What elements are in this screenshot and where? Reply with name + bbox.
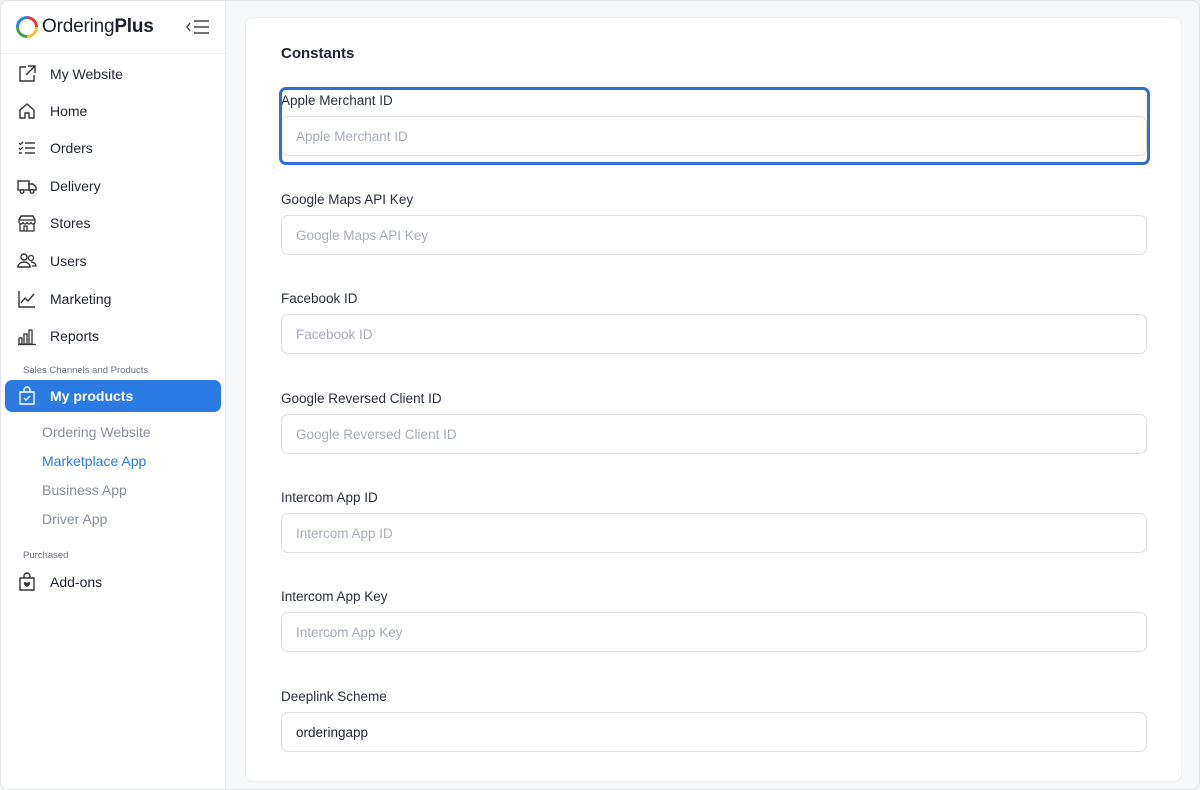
- field-label: Google Reversed Client ID: [281, 391, 442, 406]
- sidebar-item-reports[interactable]: Reports: [5, 320, 221, 352]
- page-title: Constants: [281, 45, 355, 62]
- graph-up-icon: [16, 288, 38, 310]
- sidebar-item-label: My Website: [50, 66, 123, 82]
- sidebar-item-label: Users: [50, 253, 87, 269]
- field-google-maps-api-key: Google Maps API Key: [281, 191, 1147, 255]
- app-window: OrderingPlus My Website Home Orders Deli…: [0, 0, 1200, 790]
- sidebar-item-stores[interactable]: Stores: [5, 207, 221, 239]
- sidebar-item-label: Marketing: [50, 291, 112, 307]
- section-label-purchased: Purchased: [23, 550, 69, 561]
- bag-check-icon: [16, 385, 38, 407]
- sidebar-item-label: My products: [50, 388, 134, 404]
- sidebar-item-label: Home: [50, 103, 88, 119]
- field-label: Apple Merchant ID: [281, 93, 393, 108]
- sidebar-item-add-ons[interactable]: Add-ons: [5, 566, 221, 598]
- list-check-icon: [16, 137, 38, 159]
- field-intercom-app-key: Intercom App Key: [281, 588, 1147, 652]
- field-label: Intercom App ID: [281, 490, 378, 505]
- collapse-sidebar-button[interactable]: [185, 17, 211, 37]
- section-label-sales-channels: Sales Channels and Products: [23, 365, 149, 376]
- sidebar: OrderingPlus My Website Home Orders Deli…: [1, 1, 226, 789]
- subnav-ordering-website[interactable]: Ordering Website: [42, 424, 151, 440]
- google-maps-api-key-input[interactable]: [281, 215, 1147, 255]
- brand-header: OrderingPlus: [1, 1, 225, 54]
- sidebar-item-label: Add-ons: [50, 574, 103, 590]
- people-icon: [16, 250, 38, 272]
- sidebar-item-my-products[interactable]: My products: [5, 380, 221, 412]
- sidebar-item-my-website[interactable]: My Website: [5, 58, 221, 90]
- field-deeplink-scheme: Deeplink Scheme: [281, 688, 1147, 752]
- truck-icon: [16, 175, 38, 197]
- field-google-reversed-client-id: Google Reversed Client ID: [281, 390, 1147, 454]
- intercom-app-id-input[interactable]: [281, 513, 1147, 553]
- field-facebook-id: Facebook ID: [281, 290, 1147, 354]
- google-reversed-client-id-input[interactable]: [281, 414, 1147, 454]
- sidebar-item-users[interactable]: Users: [5, 245, 221, 277]
- sidebar-item-label: Delivery: [50, 178, 101, 194]
- sidebar-item-home[interactable]: Home: [5, 95, 221, 127]
- facebook-id-input[interactable]: [281, 314, 1147, 354]
- shop-icon: [16, 212, 38, 234]
- brand-name: OrderingPlus: [42, 16, 154, 37]
- sidebar-item-delivery[interactable]: Delivery: [5, 170, 221, 202]
- subnav-business-app[interactable]: Business App: [42, 482, 127, 498]
- field-apple-merchant-id: Apple Merchant ID: [281, 92, 1147, 156]
- sidebar-item-label: Stores: [50, 215, 91, 231]
- bar-chart-icon: [16, 325, 38, 347]
- sidebar-item-label: Orders: [50, 140, 93, 156]
- intercom-app-key-input[interactable]: [281, 612, 1147, 652]
- field-label: Deeplink Scheme: [281, 689, 387, 704]
- collapse-menu-icon: [186, 20, 209, 34]
- apple-merchant-id-input[interactable]: [281, 116, 1147, 156]
- subnav-driver-app[interactable]: Driver App: [42, 511, 107, 527]
- subnav-marketplace-app[interactable]: Marketplace App: [42, 453, 146, 469]
- bag-heart-icon: [16, 571, 38, 593]
- home-icon: [16, 100, 38, 122]
- external-link-icon: [16, 63, 38, 85]
- field-label: Facebook ID: [281, 291, 358, 306]
- ordering-plus-logo-icon: [16, 16, 38, 38]
- field-label: Intercom App Key: [281, 589, 388, 604]
- constants-card: Constants Apple Merchant ID Google Maps …: [245, 17, 1182, 782]
- sidebar-item-orders[interactable]: Orders: [5, 132, 221, 164]
- sidebar-item-marketing[interactable]: Marketing: [5, 283, 221, 315]
- field-intercom-app-id: Intercom App ID: [281, 489, 1147, 553]
- deeplink-scheme-input[interactable]: [281, 712, 1147, 752]
- field-label: Google Maps API Key: [281, 192, 414, 207]
- sidebar-item-label: Reports: [50, 328, 100, 344]
